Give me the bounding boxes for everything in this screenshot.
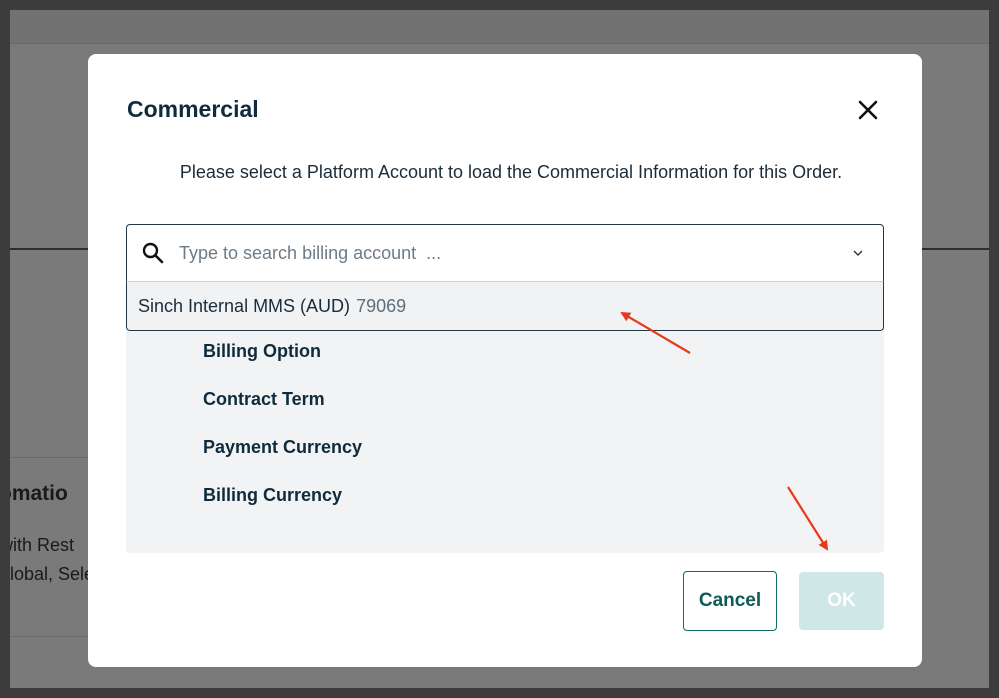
modal-title: Commercial bbox=[127, 96, 259, 122]
cancel-button[interactable]: Cancel bbox=[683, 571, 777, 631]
option-account-name: Sinch Internal MMS (AUD) bbox=[138, 295, 351, 316]
ok-button[interactable]: OK bbox=[799, 572, 884, 630]
dropdown-option-account[interactable]: Sinch Internal MMS (AUD) 79069 bbox=[126, 281, 884, 331]
option-account-id: 79069 bbox=[356, 295, 407, 316]
billing-account-select[interactable] bbox=[126, 224, 884, 282]
background-divider bbox=[10, 636, 90, 637]
close-button[interactable] bbox=[855, 97, 881, 123]
field-label-contract-term: Contract Term bbox=[203, 389, 325, 409]
close-icon bbox=[858, 100, 878, 120]
field-label-billing-currency: Billing Currency bbox=[203, 485, 343, 505]
background-divider bbox=[10, 457, 90, 458]
modal-description: Please select a Platform Account to load… bbox=[179, 162, 843, 182]
background-partial-text: Global, Sele bbox=[10, 564, 95, 584]
background-partial-text: with Rest bbox=[10, 535, 75, 555]
commercial-modal: Commercial Please select a Platform Acco… bbox=[88, 54, 922, 667]
background-topbar bbox=[10, 10, 989, 44]
background-partial-heading: tomatio bbox=[10, 482, 68, 505]
field-label-payment-currency: Payment Currency bbox=[203, 437, 363, 457]
search-icon bbox=[142, 242, 164, 264]
billing-account-search-input[interactable] bbox=[179, 237, 819, 269]
field-label-billing-option: Billing Option bbox=[203, 341, 321, 361]
chevron-down-icon[interactable] bbox=[852, 247, 864, 259]
